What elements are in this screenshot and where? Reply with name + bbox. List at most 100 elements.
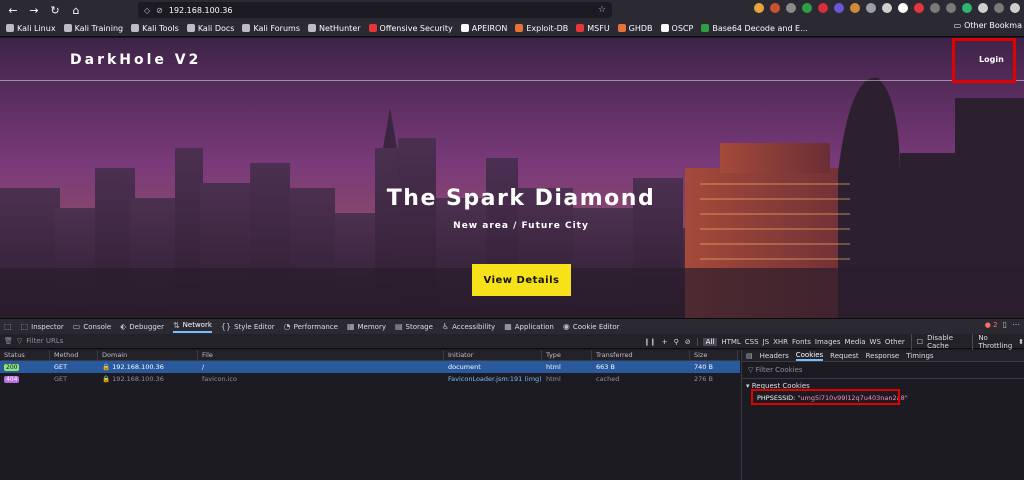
extension-icon[interactable] (946, 3, 956, 13)
error-count: 2 (993, 320, 998, 329)
extension-icon[interactable] (754, 3, 764, 13)
other-bookmarks[interactable]: ▭ Other Bookma (953, 21, 1024, 30)
block-icon[interactable]: ⊘ (685, 338, 691, 346)
bookmark-item[interactable]: Kali Docs (186, 23, 235, 33)
url-bar[interactable]: ◇ ⊘ 192.168.100.36 ☆ (138, 2, 612, 18)
bookmark-label: NetHunter (318, 23, 361, 33)
reload-icon[interactable]: ↻ (47, 2, 63, 18)
extension-icon[interactable] (770, 3, 780, 13)
type-filter-xhr[interactable]: XHR (773, 338, 788, 346)
extension-icon[interactable] (1010, 3, 1020, 13)
table-row[interactable]: 404 GET 🔒 192.168.100.36 favicon.ico Favicon… (0, 373, 740, 385)
extension-icon[interactable] (978, 3, 988, 13)
column-header-initiator[interactable]: Initiator (444, 349, 542, 361)
devtools-tab-application[interactable]: ▦ Application (504, 322, 554, 331)
details-tab-response[interactable]: Response (866, 352, 900, 360)
cookie-highlight-box (751, 389, 900, 405)
extension-icon[interactable] (994, 3, 1004, 13)
bookmark-item[interactable]: Base64 Decode and E... (701, 24, 808, 33)
responsive-icon[interactable]: ▯ (1003, 320, 1007, 329)
column-header-domain[interactable]: Domain (98, 349, 198, 361)
pick-element-icon[interactable]: ⬚ (4, 322, 12, 331)
column-header-status[interactable]: Status (0, 349, 50, 361)
devtools-tab-style-editor[interactable]: {} Style Editor (221, 322, 275, 331)
type-filter-media[interactable]: Media (845, 338, 866, 346)
devtools-tab-console[interactable]: ▭ Console (73, 322, 111, 331)
column-header-file[interactable]: File (198, 349, 444, 361)
bookmark-icon (368, 24, 377, 32)
type-filter-css[interactable]: CSS (745, 338, 759, 346)
bookmark-item[interactable]: Kali Tools (131, 24, 179, 33)
site-brand[interactable]: DarkHole V2 (70, 52, 201, 68)
column-header-size[interactable]: Size (690, 349, 738, 361)
disable-cache-checkbox[interactable]: ☐ Disable Cache (910, 333, 967, 350)
extension-icon[interactable] (786, 3, 796, 13)
trash-icon[interactable]: 🗑 (4, 337, 13, 345)
extension-icon[interactable] (818, 3, 828, 13)
type-filter-other[interactable]: Other (885, 338, 905, 346)
inspector-icon: ⬚ (20, 322, 29, 331)
extension-icon[interactable] (898, 3, 908, 13)
bookmark-item[interactable]: GHDB (617, 24, 653, 33)
column-header-type[interactable]: Type (542, 349, 592, 361)
bookmark-item[interactable]: Kali Linux (6, 24, 56, 33)
details-tab-cookies[interactable]: Cookies (795, 351, 824, 361)
extension-icon[interactable] (850, 3, 860, 13)
bookmark-item[interactable]: Kali Training (63, 24, 123, 33)
pause-icon[interactable]: ❙❙ (644, 338, 656, 346)
throttling-select[interactable]: No Throttling ⬍ (972, 333, 1024, 350)
type-filter-html[interactable]: HTML (721, 338, 740, 346)
bookmark-item[interactable]: Offensive Security (368, 24, 453, 33)
back-icon[interactable]: ← (5, 2, 21, 18)
table-row[interactable]: 200 GET 🔒 192.168.100.36 / document html 663 B… (0, 361, 740, 373)
details-tabs: ▤ Headers Cookies Request Response Timings (742, 350, 1024, 362)
details-tab-request[interactable]: Request (830, 352, 858, 360)
bookmark-label: OSCP (671, 23, 694, 33)
forward-icon[interactable]: → (26, 2, 42, 18)
extension-icon[interactable] (834, 3, 844, 13)
devtools-tab-bar: ⬚ ⬚ Inspector ▭ Console ⬖ Debugger ⇅ Network {} S… (0, 318, 1024, 334)
devtools-tab-accessibility[interactable]: ♿ Accessibility (442, 322, 495, 331)
bookmark-item[interactable]: MSFU (576, 24, 610, 33)
type-filter-js[interactable]: JS (763, 338, 770, 346)
more-icon[interactable]: ⋯ (1012, 320, 1020, 329)
extension-icon[interactable] (882, 3, 892, 13)
extension-icon[interactable] (802, 3, 812, 13)
column-header-transferred[interactable]: Transferred (592, 349, 690, 361)
details-tab-timings[interactable]: Timings (906, 352, 933, 360)
type-filter-ws[interactable]: WS (870, 338, 881, 346)
view-details-button[interactable]: View Details (472, 264, 571, 296)
type-filter-images[interactable]: Images (815, 338, 841, 346)
extension-icon[interactable] (866, 3, 876, 13)
bookmark-item[interactable]: Exploit-DB (515, 24, 568, 33)
bookmark-item[interactable]: NetHunter (307, 23, 361, 33)
type-filter-all[interactable]: All (702, 337, 718, 346)
filter-cookies-input[interactable]: ▽ Filter Cookies (742, 362, 1024, 379)
filter-cookies-placeholder: Filter Cookies (755, 366, 803, 374)
bookmark-item[interactable]: APEIRON (460, 24, 507, 33)
details-tab-headers[interactable]: Headers (760, 352, 789, 360)
type-filter-fonts[interactable]: Fonts (792, 338, 811, 346)
column-header-method[interactable]: Method (50, 349, 98, 361)
bookmark-star-icon[interactable]: ☆ (598, 5, 606, 15)
devtools-tab-storage[interactable]: ▤ Storage (395, 322, 433, 331)
bookmark-item[interactable]: OSCP (660, 23, 694, 33)
devtools-tab-network[interactable]: ⇅ Network (172, 321, 212, 333)
error-count-badge[interactable]: ● 2 (985, 321, 998, 329)
devtools-tab-inspector[interactable]: ⬚ Inspector (21, 322, 64, 331)
extension-icon[interactable] (962, 3, 972, 13)
extension-icon[interactable] (914, 3, 924, 13)
home-icon[interactable]: ⌂ (68, 2, 84, 18)
devtools-tab-debugger[interactable]: ⬖ Debugger (120, 322, 164, 331)
devtools-tab-label: Style Editor (234, 322, 275, 331)
panel-toggle-icon[interactable]: ▤ (746, 352, 753, 360)
search-icon[interactable]: ⚲ (674, 338, 679, 346)
devtools-tab-memory[interactable]: ▦ Memory (347, 322, 386, 331)
bookmark-item[interactable]: Kali Forums (242, 24, 300, 33)
extension-icon[interactable] (930, 3, 940, 13)
devtools-tab-cookie-editor[interactable]: ◉ Cookie Editor (563, 322, 620, 331)
devtools-tab-performance[interactable]: ◔ Performance (284, 322, 338, 331)
add-icon[interactable]: + (662, 338, 668, 346)
bookmark-label: Kali Docs (197, 23, 235, 33)
filter-urls-input[interactable]: Filter URLs (26, 337, 63, 345)
